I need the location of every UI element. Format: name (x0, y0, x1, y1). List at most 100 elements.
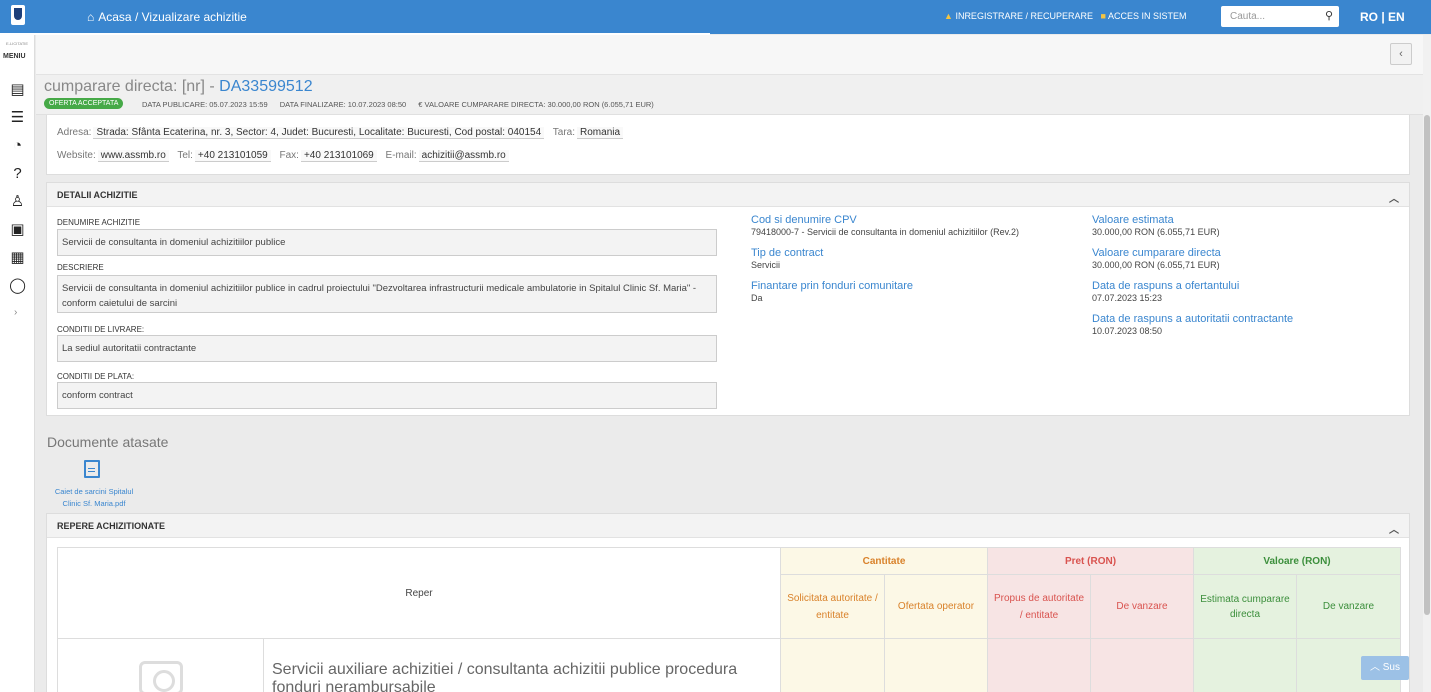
login-link[interactable]: ACCES IN SISTEM (1108, 11, 1187, 21)
cpv-info: Cod si denumire CPV 79418000-7 - Servicii… (751, 214, 1019, 237)
estimated-value-header: Estimata cumparare directa (1193, 574, 1297, 639)
eu-value: Da (751, 293, 763, 303)
document-icon[interactable]: ▤ (9, 81, 26, 98)
chat-icon[interactable]: ◯ (9, 277, 26, 294)
meta-info: DATA PUBLICARE: 05.07.2023 15:59 DATA FI… (142, 100, 664, 109)
direct-label: Valoare cumparare directa (1092, 247, 1221, 259)
authority-response-info: Data de raspuns a autoritatii contractan… (1092, 313, 1293, 336)
repere-card: REPERE ACHIZITIONATE ︿ Reper Cantitate Pr… (46, 513, 1410, 692)
logo-icon[interactable] (11, 5, 25, 25)
id-card-icon[interactable]: ▣ (9, 221, 26, 238)
table-icon[interactable]: ▦ (9, 249, 26, 266)
cell (987, 638, 1091, 692)
contact-line: Website: www.assmb.ro Tel: +40 213101059 F… (57, 150, 515, 162)
type-value: Servicii (751, 260, 781, 270)
sidebar-brand: E-LICITATIE (6, 41, 29, 46)
bidder-response-value: 07.07.2023 15:23 (1092, 293, 1163, 303)
top-bar: ⌂ Acasa / Vizualizare achizitie ▲ INREGIS… (0, 0, 1431, 34)
type-label: Tip de contract (751, 247, 824, 259)
desc-label: DESCRIERE (57, 263, 104, 272)
page-title: cumparare directa: [nr] - DA33599512 (44, 78, 313, 96)
delivery-label: CONDITII DE LIVRARE: (57, 325, 145, 334)
back-to-top-button[interactable]: ︿ Sus (1361, 656, 1409, 680)
tel-label: Tel: (177, 150, 193, 161)
estimated-label: Valoare estimata (1092, 214, 1174, 226)
item-name: Servicii auxiliare achizitiei / consulta… (263, 638, 781, 692)
list-icon[interactable]: ☰ (9, 109, 26, 126)
cell (780, 638, 885, 692)
title-code: DA33599512 (219, 78, 313, 95)
table-row: Servicii auxiliare achizitiei / consulta… (57, 638, 1401, 692)
repere-header[interactable]: REPERE ACHIZITIONATE ︿ (47, 514, 1409, 538)
cpv-value: 79418000-7 - Servicii de consultanta in … (751, 227, 1019, 237)
fax-value: +40 213101069 (300, 150, 377, 162)
header-band (36, 35, 1423, 75)
repere-title: REPERE ACHIZITIONATE (57, 521, 166, 531)
publish-date: DATA PUBLICARE: 05.07.2023 15:59 (142, 100, 268, 109)
address-value: Strada: Sfânta Ecaterina, nr. 3, Sector:… (93, 127, 545, 139)
breadcrumb-current: Vizualizare achizitie (141, 10, 247, 24)
chevron-right-icon[interactable]: › (14, 307, 17, 318)
cpv-label: Cod si denumire CPV (751, 214, 857, 226)
document-link[interactable]: Caiet de sarcini Spitalul Clinic Sf. Mar… (46, 486, 142, 510)
email-link[interactable]: achizitii@assmb.ro (418, 150, 509, 162)
estimated-info: Valoare estimata 30.000,00 RON (6.055,71 … (1092, 214, 1220, 237)
search-icon[interactable]: ⚲ (1325, 9, 1333, 22)
offered-qty-header: Ofertata operator (884, 574, 988, 639)
details-header[interactable]: DETALII ACHIZITIE ︿ (47, 183, 1409, 207)
chart-icon[interactable]: ◔ (9, 137, 26, 154)
value-header: Valoare (RON) (1193, 547, 1401, 575)
account-links: ▲ INREGISTRARE / RECUPERARE ■ ACCES IN S… (944, 11, 1186, 21)
status-badge: OFERTA ACCEPTATA (44, 98, 124, 109)
search-input[interactable]: Cauta... ⚲ (1221, 6, 1339, 27)
documents-title: Documente atasate (47, 434, 169, 450)
sidebar: E-LICITATIE MENIU ▤ ☰ ◔ ? ♙ ▣ ▦ ◯ › (0, 35, 35, 692)
back-to-top-label: Sus (1382, 662, 1400, 673)
authority-response-value: 10.07.2023 08:50 (1092, 326, 1163, 336)
fax-label: Fax: (279, 150, 299, 161)
help-icon[interactable]: ? (9, 165, 26, 182)
scrollbar[interactable] (1423, 35, 1431, 692)
direct-info: Valoare cumparare directa 30.000,00 RON (… (1092, 247, 1221, 270)
name-field: Servicii de consultanta in domeniul achi… (57, 229, 717, 256)
address-label: Adresa: (57, 127, 92, 138)
title-bar: cumparare directa: [nr] - DA33599512 OFE… (36, 75, 1423, 115)
scrollbar-thumb[interactable] (1424, 115, 1430, 615)
menu-label[interactable]: MENIU (3, 53, 26, 60)
price-header: Pret (RON) (987, 547, 1194, 575)
user-icon: ▲ (944, 11, 953, 21)
sale-value-header: De vanzare (1296, 574, 1401, 639)
breadcrumb-home[interactable]: Acasa (98, 10, 131, 24)
cell (1193, 638, 1297, 692)
breadcrumb-separator: / (134, 10, 139, 24)
collapse-button[interactable]: ‹ (1390, 43, 1412, 65)
bidder-response-info: Data de raspuns a ofertantului 07.07.2023… (1092, 280, 1239, 303)
sale-price-header: De vanzare (1090, 574, 1194, 639)
desc-field: Servicii de consultanta in domeniul achi… (57, 275, 717, 313)
email-label: E-mail: (385, 150, 417, 161)
address-line: Adresa: Strada: Sfânta Ecaterina, nr. 3, … (57, 127, 629, 139)
home-icon[interactable]: ⌂ (87, 10, 94, 24)
website-label: Website: (57, 150, 96, 161)
estimated-value: 30.000,00 RON (6.055,71 EUR) (1092, 227, 1220, 237)
cell (884, 638, 988, 692)
details-title: DETALII ACHIZITIE (57, 190, 138, 200)
register-link[interactable]: INREGISTRARE / RECUPERARE (955, 11, 1093, 21)
country-value: Romania (577, 127, 624, 139)
chevron-up-icon: ︿ (1369, 662, 1380, 673)
title-prefix: cumparare directa: [nr] - (44, 78, 220, 95)
details-card: DETALII ACHIZITIE ︿ DENUMIRE ACHIZITIE Se… (46, 182, 1410, 416)
eu-info: Finantare prin fonduri comunitare Da (751, 280, 913, 303)
language-switch[interactable]: RO | EN (1360, 10, 1405, 24)
chevron-up-icon[interactable]: ︿ (1389, 521, 1399, 536)
final-date: DATA FINALIZARE: 10.07.2023 08:50 (279, 100, 407, 109)
tel-value: +40 213101059 (194, 150, 271, 162)
requested-qty-header: Solicitata autoritate / entitate (780, 574, 885, 639)
chevron-up-icon[interactable]: ︿ (1389, 190, 1399, 205)
cell (1090, 638, 1194, 692)
flask-icon[interactable]: ♙ (9, 193, 26, 210)
file-icon[interactable] (84, 460, 100, 478)
name-label: DENUMIRE ACHIZITIE (57, 218, 141, 227)
authority-card: Adresa: Strada: Sfânta Ecaterina, nr. 3, … (46, 115, 1410, 175)
website-link[interactable]: www.assmb.ro (97, 150, 169, 162)
